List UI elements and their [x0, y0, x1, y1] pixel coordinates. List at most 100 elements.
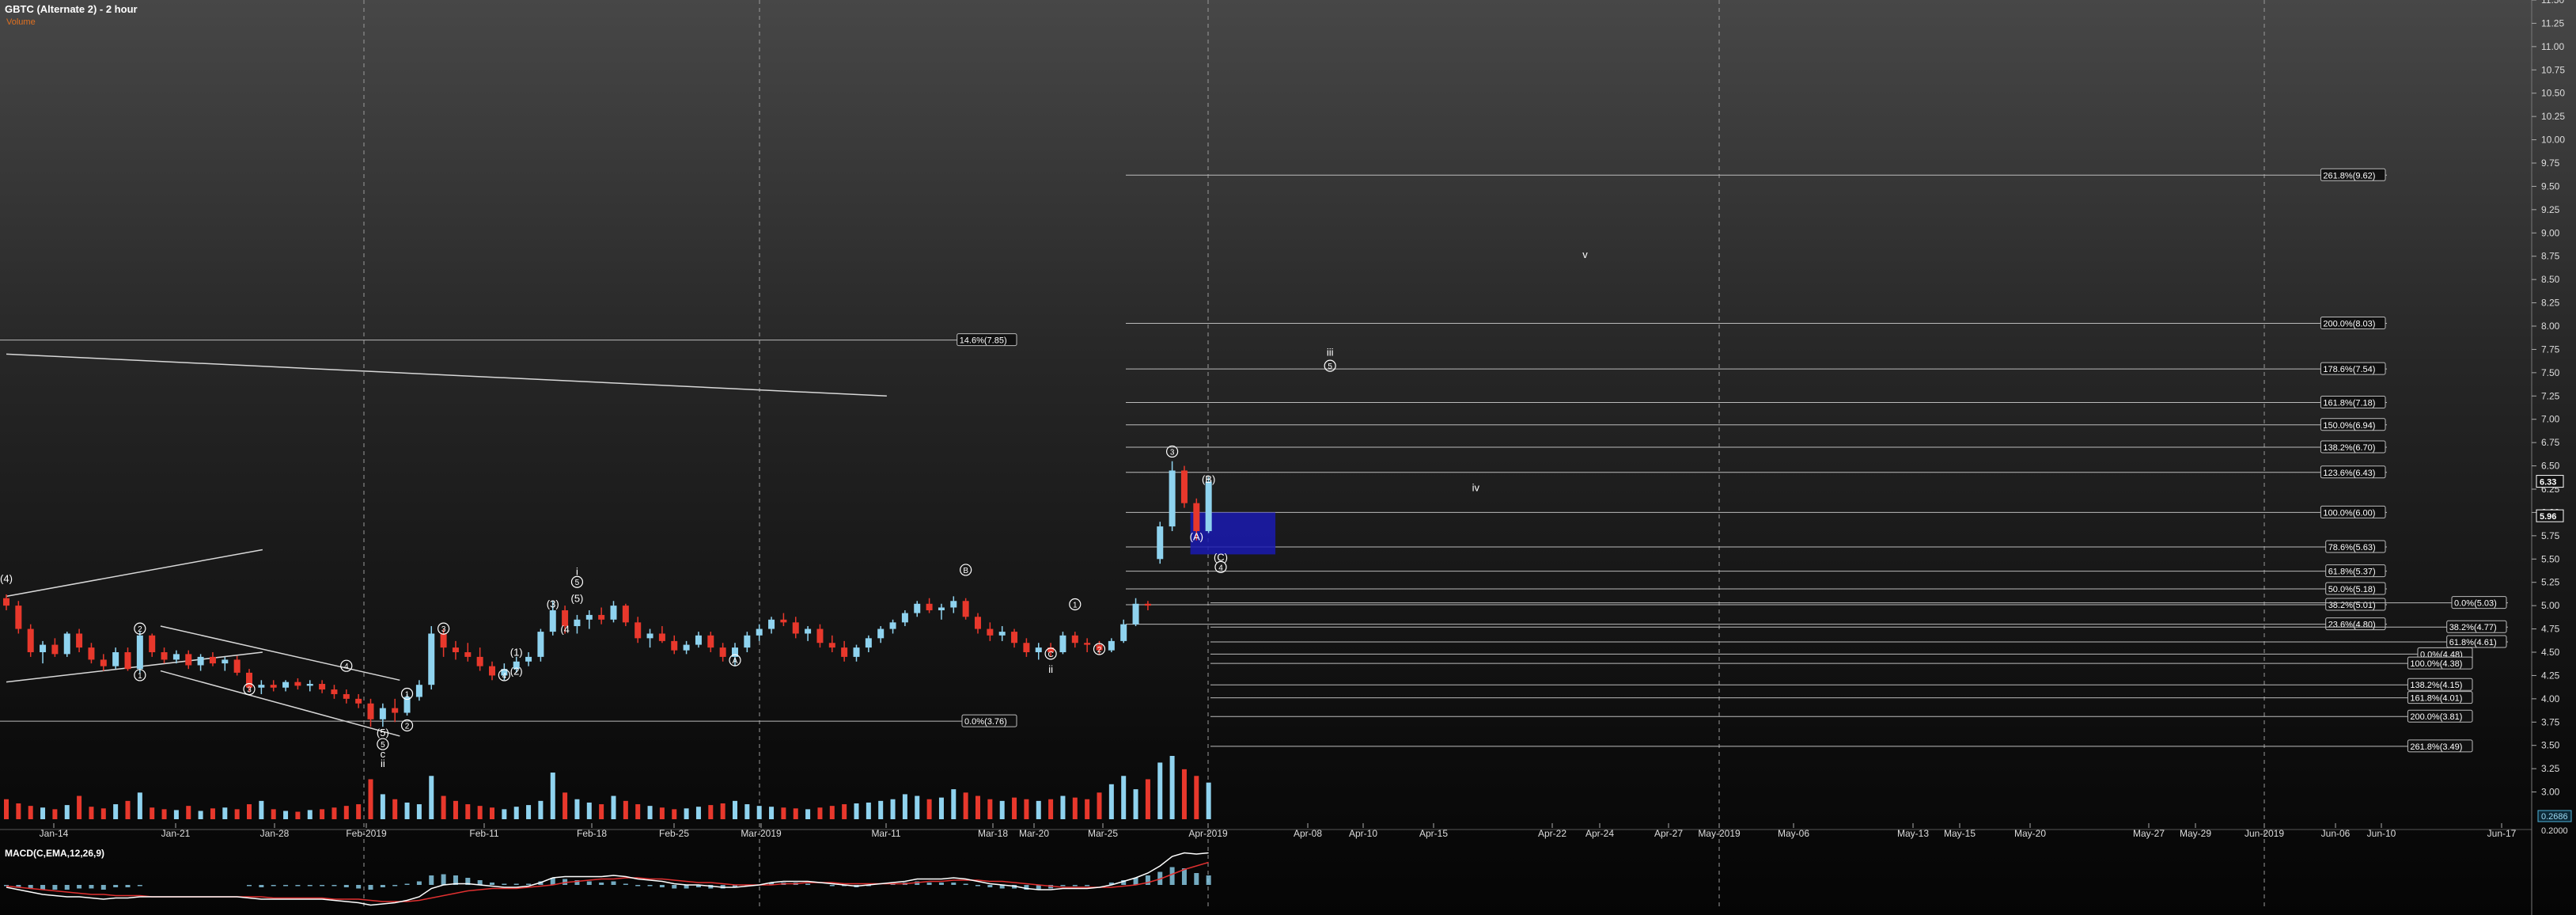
- price-tick-label: 3.00: [2541, 787, 2560, 798]
- candle-body: [816, 628, 824, 644]
- macd-histogram-bar: [1181, 868, 1187, 885]
- fib-label: 14.6%(7.85): [957, 333, 1017, 347]
- fib-label-text: 200.0%(3.81): [2410, 712, 2462, 722]
- macd-histogram-bar: [404, 883, 410, 885]
- date-tick-label: Apr-2019: [1188, 828, 1228, 839]
- volume-bar: [234, 809, 240, 819]
- wave-label-text: 3: [247, 686, 252, 695]
- volume-bar: [380, 794, 385, 819]
- candle-body: [489, 666, 495, 676]
- candle-body: [149, 635, 156, 652]
- date-tick-label: Mar-25: [1088, 828, 1118, 839]
- trend-line: [6, 549, 263, 598]
- wave-label-text: 3: [1170, 448, 1175, 457]
- price-tick-label: 11.00: [2541, 41, 2564, 52]
- fib-label-text: 61.8%(4.61): [2449, 638, 2497, 647]
- wave-label: 1: [400, 687, 414, 700]
- volume-bar: [963, 792, 968, 819]
- wave-label: (4: [560, 623, 570, 635]
- volume-bar: [817, 807, 823, 819]
- candle-body: [780, 619, 787, 623]
- candle-body: [51, 644, 59, 655]
- price-chart[interactable]: 261.8%(9.62)200.0%(8.03)178.6%(7.54)161.…: [0, 0, 2576, 915]
- fib-label: 0.0%(3.76): [961, 714, 1017, 727]
- price-tick-label: 10.50: [2541, 88, 2565, 99]
- macd-histogram-bar: [672, 885, 677, 889]
- wave-label: 5: [570, 575, 584, 588]
- candle-body: [598, 614, 605, 620]
- volume-bar: [502, 809, 507, 819]
- price-badge-text: 5.96: [2540, 512, 2556, 522]
- wave-label: iv: [1472, 481, 1480, 493]
- fib-label: 61.8%(5.37): [2325, 564, 2386, 578]
- volume-bar: [659, 807, 665, 819]
- wave-label-text: B: [963, 567, 968, 575]
- wave-label-text: iv: [1472, 481, 1480, 493]
- wave-label-text: (4): [0, 573, 13, 585]
- date-tick-label: May-20: [2014, 828, 2046, 839]
- wave-label: (4): [0, 573, 13, 585]
- fib-label: 138.2%(4.15): [2407, 678, 2473, 691]
- price-tick-label: 9.75: [2541, 158, 2560, 169]
- trend-line: [160, 670, 400, 737]
- volume-bar: [1036, 800, 1041, 819]
- fib-label: 123.6%(6.43): [2320, 465, 2386, 479]
- macd-histogram-bar: [416, 881, 422, 885]
- wave-label-text: (4: [560, 623, 570, 635]
- candle-body: [282, 682, 290, 688]
- price-tick-label: 11.50: [2541, 0, 2564, 6]
- volume-bar: [100, 808, 106, 819]
- candlesticks: [3, 461, 1212, 727]
- price-tick-label: 5.75: [2541, 530, 2560, 541]
- volume-bars: [4, 756, 1211, 819]
- fib-label-text: 78.6%(5.63): [2328, 543, 2376, 552]
- candle-body: [1059, 635, 1066, 652]
- macd-histogram-bar: [1060, 885, 1066, 887]
- date-tick-label: Jun-06: [2321, 828, 2351, 839]
- candle-body: [233, 659, 241, 673]
- volume-bar: [295, 811, 301, 819]
- volume-bar: [113, 804, 119, 819]
- price-tick-label: 8.00: [2541, 321, 2560, 332]
- wave-label: (3): [547, 598, 559, 609]
- macd-histogram-bar: [951, 883, 957, 885]
- fib-label: 261.8%(3.49): [2407, 739, 2473, 753]
- candle-body: [889, 622, 896, 629]
- candle-body: [367, 703, 374, 719]
- candle-body: [76, 633, 83, 648]
- candle-body: [610, 606, 617, 620]
- candle-body: [136, 635, 143, 670]
- macd-histogram-bar: [89, 885, 94, 889]
- fib-label-text: 0.0%(3.76): [964, 717, 1007, 727]
- date-tick-label: Apr-15: [1419, 828, 1448, 839]
- fib-label-text: 178.6%(7.54): [2323, 365, 2375, 374]
- wave-label-text: 2: [138, 625, 142, 634]
- macd-histogram-bar: [137, 885, 142, 887]
- volume-bar: [1194, 776, 1199, 819]
- candle-body: [877, 628, 885, 639]
- macd-histogram-bar: [125, 885, 131, 887]
- macd-panel: MACD(C,EMA,12,26,9) 0.2686 0.2000: [4, 810, 2572, 906]
- volume-bar: [1121, 776, 1127, 819]
- wave-label: (2): [510, 665, 523, 677]
- macd-histogram-bar: [356, 885, 362, 889]
- volume-bar: [526, 805, 532, 819]
- volume-bar: [1108, 784, 1114, 819]
- macd-histogram-bar: [1085, 885, 1090, 887]
- volume-bar: [331, 807, 337, 819]
- date-tick-label: Mar-18: [978, 828, 1008, 839]
- volume-bar: [999, 800, 1005, 819]
- candle-body: [1084, 643, 1091, 645]
- wave-label-text: (A): [1190, 531, 1203, 543]
- volume-bar: [708, 805, 714, 819]
- wave-label: (5): [377, 727, 389, 738]
- fib-label: 100.0%(4.38): [2407, 656, 2473, 670]
- price-tick-label: 7.50: [2541, 367, 2560, 378]
- fib-label-text: 261.8%(3.49): [2410, 742, 2462, 752]
- wave-label-text: (1): [510, 647, 523, 659]
- volume-bar: [647, 806, 653, 819]
- volume-bar: [125, 800, 131, 819]
- candle-body: [161, 652, 168, 660]
- candle-body: [1120, 624, 1127, 641]
- candle-body: [172, 654, 180, 660]
